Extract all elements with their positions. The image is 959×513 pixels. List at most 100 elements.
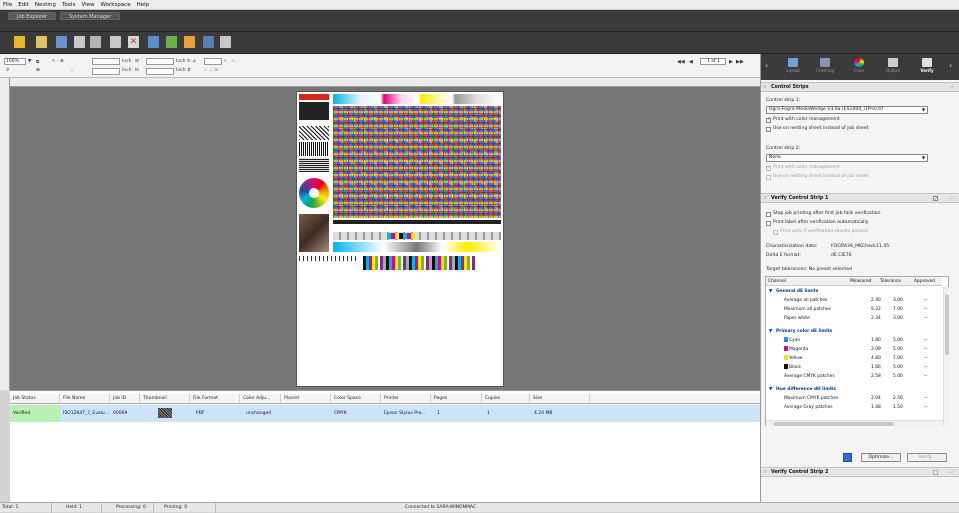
- strip1-nesting-checkbox[interactable]: [766, 127, 771, 132]
- page-number-field[interactable]: 1 of 1: [700, 58, 726, 65]
- width-field[interactable]: [146, 58, 174, 65]
- pin-icon[interactable]: ▫◦: [950, 83, 956, 92]
- nav-finishing[interactable]: Finishing: [809, 56, 841, 78]
- menu-workspace[interactable]: Workspace: [101, 2, 131, 8]
- rotation-field[interactable]: [204, 58, 222, 65]
- move-icon[interactable]: ⧉: [36, 59, 39, 65]
- options-bar: 100% ▼ ⚲ ⧉ ⊞ ↖ · ⊕ ⬚ Inch ⊟ Inch ⊡ Inch …: [0, 54, 760, 78]
- nav-color[interactable]: Color: [843, 56, 875, 78]
- strip1-color-mgmt-checkbox[interactable]: [766, 117, 771, 123]
- last-page-icon[interactable]: ▶▶: [736, 59, 744, 65]
- dropdown-arrow-icon: ▼: [921, 107, 925, 112]
- control-strip-1-select[interactable]: Ugra-Fogra-MediaWedge V3.0a (ES1000_i1Pr…: [766, 106, 928, 114]
- control-strip-2-select[interactable]: None ▼: [766, 154, 928, 162]
- y-position-field[interactable]: [92, 68, 120, 75]
- verify-strip-1-enable-checkbox[interactable]: [933, 195, 938, 204]
- header-placed[interactable]: Placed: [281, 394, 331, 404]
- control-strips-header[interactable]: ▿ Control Strips ▫◦: [761, 82, 959, 92]
- tolerance-hscrollbar[interactable]: [766, 420, 943, 426]
- first-page-icon[interactable]: ◀◀: [677, 59, 685, 65]
- optimize-button[interactable]: Optimize...: [861, 453, 901, 462]
- header-job-status[interactable]: Job Status: [10, 394, 60, 404]
- tolerance-header: Channel Measured Tolerance Approved: [766, 277, 942, 286]
- header-file-name[interactable]: File Name: [60, 394, 110, 404]
- image-icon[interactable]: [203, 36, 214, 48]
- header-file-format[interactable]: File Format: [190, 394, 240, 404]
- nav-verify[interactable]: Verify: [911, 56, 943, 78]
- tolerance-scrollbar[interactable]: [943, 287, 949, 426]
- nav-next-icon[interactable]: ›: [949, 61, 952, 70]
- pin-icon[interactable]: ▫◦: [950, 468, 956, 477]
- expand-group-icon[interactable]: ▼: [769, 287, 772, 296]
- layout-canvas[interactable]: [10, 87, 760, 390]
- color-icon[interactable]: [184, 36, 195, 48]
- header-copies[interactable]: Copies: [482, 394, 530, 404]
- header-color-adjust[interactable]: Color Adju...: [240, 394, 281, 404]
- zoom-field[interactable]: 100%: [4, 58, 26, 65]
- table-row[interactable]: Verified ISO12647_7_Evalu... 00069 PDF u…: [10, 405, 760, 422]
- scrollbar-thumb[interactable]: [945, 295, 949, 355]
- verify-strip-1-header[interactable]: ▿ Verify Control Strip 1 ▫◦: [761, 193, 959, 204]
- verify-strip-2-enable-checkbox[interactable]: [933, 470, 938, 475]
- rotation-dropdown-icon[interactable]: ▾: [224, 59, 226, 64]
- header-size[interactable]: Size: [530, 394, 590, 404]
- tolerance-group[interactable]: ▼ Hue difference dH limits: [766, 385, 942, 394]
- height-field[interactable]: [146, 68, 174, 75]
- header-thumbnail[interactable]: Thumbnail: [140, 394, 190, 404]
- menu-view[interactable]: View: [81, 2, 94, 8]
- tolerance-tol: 7.00: [893, 307, 903, 312]
- info-icon[interactable]: [843, 453, 852, 462]
- x-position-field[interactable]: [92, 58, 120, 65]
- nav-layout[interactable]: Layout: [777, 56, 809, 78]
- delete-icon[interactable]: ✕: [128, 36, 139, 48]
- stop-job-checkbox[interactable]: [766, 212, 771, 217]
- tab-system-manager[interactable]: System Manager: [60, 12, 121, 20]
- expand-group-icon[interactable]: ▼: [769, 327, 772, 336]
- select-icon[interactable]: ↖ · ⊕: [52, 59, 64, 64]
- verify-button[interactable]: Verify...: [907, 453, 947, 462]
- align-icon[interactable]: ⬚: [70, 68, 74, 73]
- search-icon[interactable]: ⚲: [6, 68, 9, 73]
- folder-open-icon[interactable]: [14, 36, 25, 48]
- menu-file[interactable]: File: [3, 2, 12, 8]
- print-setup-icon[interactable]: [90, 36, 101, 48]
- print-alt-icon[interactable]: [110, 36, 121, 48]
- menu-edit[interactable]: Edit: [18, 2, 29, 8]
- print-label-checkbox[interactable]: [766, 221, 771, 226]
- channel-name: Average all patches: [784, 298, 828, 303]
- grid-icon[interactable]: [220, 36, 231, 48]
- header-pages[interactable]: Pages: [431, 394, 482, 404]
- job-sheet[interactable]: [296, 91, 504, 387]
- menu-nesting[interactable]: Nesting: [35, 2, 56, 8]
- prev-page-icon[interactable]: ◀: [689, 59, 693, 65]
- print-icon[interactable]: [74, 36, 85, 48]
- folder-icon[interactable]: [36, 36, 47, 48]
- print-only-checkbox[interactable]: [773, 230, 778, 235]
- header-printer[interactable]: Printer: [381, 394, 431, 404]
- unit-label-2: Inch: [122, 68, 132, 73]
- menu-tools[interactable]: Tools: [62, 2, 76, 8]
- mirror-icon[interactable]: ▷ ⊥ ⊞: [204, 68, 218, 73]
- save-icon[interactable]: [56, 36, 67, 48]
- tolerance-group-title: General dE limits: [776, 289, 819, 294]
- nav-prev-icon[interactable]: ‹: [765, 61, 768, 70]
- layout-icon[interactable]: [148, 36, 159, 48]
- nav-output[interactable]: Output: [877, 56, 909, 78]
- next-page-icon[interactable]: ▶: [729, 59, 733, 65]
- hscrollbar-thumb[interactable]: [774, 422, 894, 426]
- tolerance-group[interactable]: ▼ Primary color dE limits: [766, 327, 942, 336]
- verify-strip-2-header[interactable]: ▿ Verify Control Strip 2 ▫◦: [761, 467, 959, 477]
- arrange-icon[interactable]: ⊞: [36, 68, 40, 73]
- check-icon[interactable]: [166, 36, 177, 48]
- zoom-dropdown-icon[interactable]: ▼: [28, 59, 31, 64]
- pin-icon[interactable]: ▫◦: [950, 194, 956, 203]
- strip2-nesting-checkbox[interactable]: [766, 175, 771, 180]
- tolerance-group[interactable]: ▼ General dE limits: [766, 287, 942, 296]
- menu-help[interactable]: Help: [137, 2, 150, 8]
- header-job-id[interactable]: Job ID: [110, 394, 140, 404]
- expand-group-icon[interactable]: ▼: [769, 385, 772, 394]
- lock-icon[interactable]: ⌂: [232, 59, 235, 64]
- tab-job-explorer[interactable]: Job Explorer: [8, 12, 57, 20]
- strip2-color-mgmt-checkbox[interactable]: [766, 165, 771, 171]
- header-color-space[interactable]: Color Space: [331, 394, 381, 404]
